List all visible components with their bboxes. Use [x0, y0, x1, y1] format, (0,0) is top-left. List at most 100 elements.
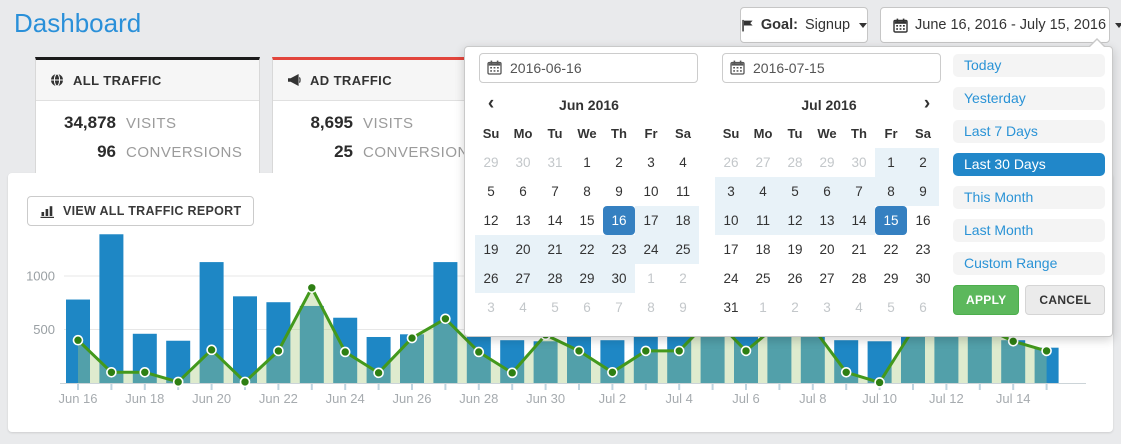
calendar-day[interactable]: 28	[539, 264, 571, 293]
calendar-day[interactable]: 17	[715, 235, 747, 264]
calendar-day[interactable]: 5	[475, 177, 507, 206]
calendar-day[interactable]: 5	[539, 293, 571, 322]
calendar-next-icon[interactable]: ›	[911, 91, 943, 119]
calendar-day[interactable]: 27	[507, 264, 539, 293]
calendar-day[interactable]: 5	[875, 293, 907, 322]
calendar-day[interactable]: 2	[907, 148, 939, 177]
calendar-day[interactable]: 22	[571, 235, 603, 264]
calendar-day[interactable]: 29	[475, 148, 507, 177]
calendar-day[interactable]: 14	[539, 206, 571, 235]
calendar-day[interactable]: 17	[635, 206, 667, 235]
conversions-point[interactable]	[641, 346, 650, 355]
calendar-day[interactable]: 21	[843, 235, 875, 264]
calendar-day[interactable]: 1	[747, 293, 779, 322]
calendar-day[interactable]: 15	[571, 206, 603, 235]
conversions-point[interactable]	[608, 368, 617, 377]
conversions-point[interactable]	[107, 368, 116, 377]
end-date-input[interactable]	[722, 53, 941, 83]
calendar-day[interactable]: 16	[907, 206, 939, 235]
start-date-input[interactable]	[479, 53, 698, 83]
calendar-day[interactable]: 9	[907, 177, 939, 206]
conversions-point[interactable]	[140, 368, 149, 377]
calendar-day[interactable]: 30	[907, 264, 939, 293]
conversions-point[interactable]	[1009, 337, 1018, 346]
calendar-day[interactable]: 9	[603, 177, 635, 206]
calendar-day[interactable]: 8	[875, 177, 907, 206]
conversions-point[interactable]	[575, 346, 584, 355]
calendar-day[interactable]: 29	[875, 264, 907, 293]
calendar-day[interactable]: 26	[779, 264, 811, 293]
calendar-day[interactable]: 20	[811, 235, 843, 264]
calendar-day[interactable]: 6	[811, 177, 843, 206]
calendar-day[interactable]: 3	[811, 293, 843, 322]
calendar-prev-icon[interactable]: ‹	[475, 91, 507, 119]
conversions-point[interactable]	[1042, 346, 1051, 355]
calendar-day[interactable]: 29	[571, 264, 603, 293]
calendar-day[interactable]: 28	[779, 148, 811, 177]
calendar-day[interactable]: 14	[843, 206, 875, 235]
calendar-day[interactable]: 29	[811, 148, 843, 177]
calendar-day[interactable]: 3	[635, 148, 667, 177]
calendar-day[interactable]: 22	[875, 235, 907, 264]
conversions-point[interactable]	[408, 334, 417, 343]
calendar-day[interactable]: 27	[811, 264, 843, 293]
calendar-day[interactable]: 11	[747, 206, 779, 235]
calendar-day[interactable]: 23	[603, 235, 635, 264]
conversions-point[interactable]	[207, 345, 216, 354]
conversions-point[interactable]	[274, 346, 283, 355]
calendar-day[interactable]: 25	[747, 264, 779, 293]
calendar-day[interactable]: 12	[475, 206, 507, 235]
conversions-point[interactable]	[875, 378, 884, 387]
conversions-point[interactable]	[174, 377, 183, 386]
calendar-day[interactable]: 19	[779, 235, 811, 264]
visits-bar[interactable]	[233, 296, 257, 383]
calendar-day[interactable]: 13	[507, 206, 539, 235]
calendar-day[interactable]: 6	[907, 293, 939, 322]
calendar-day[interactable]: 7	[603, 293, 635, 322]
range-option-custom-range[interactable]: Custom Range	[953, 252, 1105, 275]
calendar-day[interactable]: 19	[475, 235, 507, 264]
calendar-day[interactable]: 16	[603, 206, 635, 235]
calendar-day[interactable]: 4	[747, 177, 779, 206]
calendar-day[interactable]: 4	[507, 293, 539, 322]
calendar-day[interactable]: 2	[603, 148, 635, 177]
calendar-day[interactable]: 8	[571, 177, 603, 206]
conversions-point[interactable]	[341, 347, 350, 356]
calendar-day[interactable]: 21	[539, 235, 571, 264]
tab-all-traffic[interactable]: ALL TRAFFIC 34,878 VISITS 96 CONVERSIONS	[35, 57, 260, 173]
calendar-day[interactable]: 20	[507, 235, 539, 264]
view-all-traffic-report-button[interactable]: VIEW ALL TRAFFIC REPORT	[27, 196, 254, 226]
calendar-day[interactable]: 4	[667, 148, 699, 177]
calendar-day[interactable]: 11	[667, 177, 699, 206]
calendar-day[interactable]: 30	[843, 148, 875, 177]
calendar-day[interactable]: 1	[635, 264, 667, 293]
conversions-point[interactable]	[508, 368, 517, 377]
calendar-day[interactable]: 3	[715, 177, 747, 206]
conversions-point[interactable]	[374, 368, 383, 377]
apply-button[interactable]: APPLY	[953, 285, 1019, 315]
conversions-point[interactable]	[474, 347, 483, 356]
calendar-day[interactable]: 23	[907, 235, 939, 264]
calendar-day[interactable]: 27	[747, 148, 779, 177]
calendar-day[interactable]: 8	[635, 293, 667, 322]
conversions-point[interactable]	[742, 346, 751, 355]
calendar-day[interactable]: 26	[475, 264, 507, 293]
visits-bar[interactable]	[99, 234, 123, 383]
calendar-day[interactable]: 18	[747, 235, 779, 264]
calendar-day[interactable]: 2	[667, 264, 699, 293]
calendar-day[interactable]: 30	[507, 148, 539, 177]
goal-dropdown-button[interactable]: Goal: Signup	[740, 7, 868, 43]
conversions-point[interactable]	[241, 377, 250, 386]
calendar-day[interactable]: 2	[779, 293, 811, 322]
calendar-day[interactable]: 12	[779, 206, 811, 235]
conversions-point[interactable]	[307, 283, 316, 292]
calendar-day[interactable]: 5	[779, 177, 811, 206]
conversions-point[interactable]	[675, 346, 684, 355]
calendar-day[interactable]: 1	[571, 148, 603, 177]
calendar-day[interactable]: 31	[715, 293, 747, 322]
calendar-day[interactable]: 6	[571, 293, 603, 322]
conversions-point[interactable]	[74, 336, 83, 345]
calendar-day[interactable]: 10	[635, 177, 667, 206]
calendar-day[interactable]: 7	[843, 177, 875, 206]
cancel-button[interactable]: CANCEL	[1025, 285, 1105, 315]
